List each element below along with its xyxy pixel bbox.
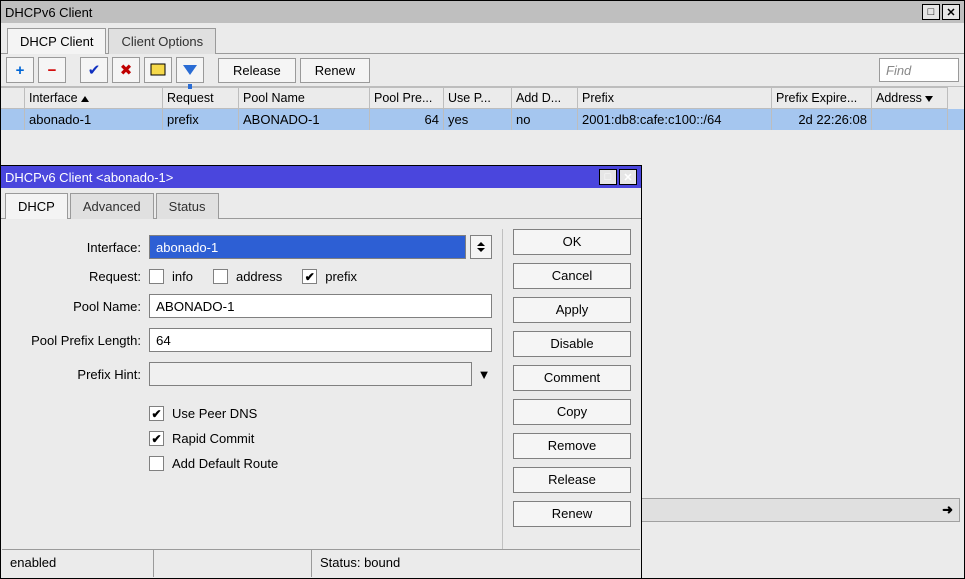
chk-address[interactable] <box>213 269 228 284</box>
status-enabled: enabled <box>2 550 154 577</box>
label-request: Request: <box>9 269 149 284</box>
cell-pool-name: ABONADO-1 <box>239 109 370 130</box>
remove-button-dlg[interactable]: Remove <box>513 433 631 459</box>
dialog-statusbar: enabled Status: bound <box>2 549 640 577</box>
renew-button-dlg[interactable]: Renew <box>513 501 631 527</box>
cell-address <box>872 109 948 130</box>
cell-request: prefix <box>163 109 239 130</box>
table-row[interactable]: abonado-1 prefix ABONADO-1 64 yes no 200… <box>1 109 964 130</box>
dialog-window: DHCPv6 Client <abonado-1> □ ✕ DHCP Advan… <box>0 165 642 579</box>
tab-dhcp-client[interactable]: DHCP Client <box>7 28 106 54</box>
sort-asc-icon <box>81 96 89 102</box>
col-add-default[interactable]: Add D... <box>512 87 578 109</box>
add-button[interactable]: + <box>6 57 34 83</box>
tab-dhcp[interactable]: DHCP <box>5 193 68 219</box>
comment-button-dlg[interactable]: Comment <box>513 365 631 391</box>
release-button[interactable]: Release <box>218 58 296 83</box>
col-pool-name[interactable]: Pool Name <box>239 87 370 109</box>
col-blank[interactable] <box>1 87 25 109</box>
col-prefix-expire[interactable]: Prefix Expire... <box>772 87 872 109</box>
chk-use-peer-dns[interactable]: ✔ <box>149 406 164 421</box>
maximize-icon[interactable]: □ <box>922 4 940 20</box>
tab-status[interactable]: Status <box>156 193 219 219</box>
form-area: Interface: abonado-1 Request: info <box>9 225 492 571</box>
release-button-dlg[interactable]: Release <box>513 467 631 493</box>
comment-button[interactable] <box>144 57 172 83</box>
main-window-title: DHCPv6 Client <box>5 5 92 20</box>
dialog-titlebar: DHCPv6 Client <abonado-1> □ ✕ <box>1 166 641 188</box>
dialog-close-icon[interactable]: ✕ <box>619 169 637 185</box>
col-pool-prefix[interactable]: Pool Pre... <box>370 87 444 109</box>
table-header: Interface Request Pool Name Pool Pre... … <box>1 87 964 109</box>
label-req-address: address <box>236 269 282 284</box>
main-toolbar: + − ✔ ✖ Release Renew Find <box>1 54 964 87</box>
disable-button[interactable]: ✖ <box>112 57 140 83</box>
cancel-button[interactable]: Cancel <box>513 263 631 289</box>
col-use-peer[interactable]: Use P... <box>444 87 512 109</box>
col-address[interactable]: Address <box>872 87 948 109</box>
status-bound: Status: bound <box>312 550 640 577</box>
label-add-default-route: Add Default Route <box>172 456 278 471</box>
label-req-info: info <box>172 269 193 284</box>
label-pool-prefix-length: Pool Prefix Length: <box>9 333 149 348</box>
copy-button[interactable]: Copy <box>513 399 631 425</box>
filter-button[interactable] <box>176 57 204 83</box>
renew-button[interactable]: Renew <box>300 58 370 83</box>
close-icon[interactable]: ✕ <box>942 4 960 20</box>
interface-dropdown-icon[interactable] <box>470 235 492 259</box>
dialog-buttons: OK Cancel Apply Disable Comment Copy Rem… <box>513 225 633 571</box>
cell-blank <box>1 109 25 130</box>
find-input[interactable]: Find <box>879 58 959 82</box>
label-req-prefix: prefix <box>325 269 357 284</box>
arrow-right-icon: ➜ <box>942 502 959 518</box>
prefix-hint-input[interactable] <box>149 362 472 386</box>
chk-info[interactable] <box>149 269 164 284</box>
cell-prefix: 2001:db8:cafe:c100::/64 <box>578 109 772 130</box>
chk-add-default-route[interactable] <box>149 456 164 471</box>
apply-button[interactable]: Apply <box>513 297 631 323</box>
ok-button[interactable]: OK <box>513 229 631 255</box>
chevron-updown-icon <box>475 242 487 252</box>
label-rapid-commit: Rapid Commit <box>172 431 254 446</box>
pool-name-input[interactable] <box>149 294 492 318</box>
chk-rapid-commit[interactable]: ✔ <box>149 431 164 446</box>
cell-interface: abonado-1 <box>25 109 163 130</box>
interface-select[interactable]: abonado-1 <box>149 235 466 259</box>
enable-button[interactable]: ✔ <box>80 57 108 83</box>
col-request[interactable]: Request <box>163 87 239 109</box>
note-icon <box>150 63 166 77</box>
disable-button-dlg[interactable]: Disable <box>513 331 631 357</box>
label-prefix-hint: Prefix Hint: <box>9 367 149 382</box>
col-interface[interactable]: Interface <box>25 87 163 109</box>
label-interface: Interface: <box>9 240 149 255</box>
cell-use-peer: yes <box>444 109 512 130</box>
dialog-tabs: DHCP Advanced Status <box>1 188 641 219</box>
grid-scroll-right[interactable]: ➜ <box>638 498 960 522</box>
menu-arrow-icon <box>925 96 933 102</box>
label-pool-name: Pool Name: <box>9 299 149 314</box>
status-empty <box>154 550 312 577</box>
pool-prefix-length-input[interactable] <box>149 328 492 352</box>
dialog-maximize-icon[interactable]: □ <box>599 169 617 185</box>
tab-client-options[interactable]: Client Options <box>108 28 216 54</box>
prefix-hint-expand-icon[interactable]: ▼ <box>476 367 492 382</box>
remove-button[interactable]: − <box>38 57 66 83</box>
funnel-icon <box>183 65 197 75</box>
col-prefix[interactable]: Prefix <box>578 87 772 109</box>
cell-pool-prefix: 64 <box>370 109 444 130</box>
main-titlebar: DHCPv6 Client □ ✕ <box>1 1 964 23</box>
label-use-peer-dns: Use Peer DNS <box>172 406 257 421</box>
cell-add-default: no <box>512 109 578 130</box>
main-tabs: DHCP Client Client Options <box>1 23 964 54</box>
tab-advanced[interactable]: Advanced <box>70 193 154 219</box>
cell-prefix-expire: 2d 22:26:08 <box>772 109 872 130</box>
chk-prefix[interactable]: ✔ <box>302 269 317 284</box>
dialog-title: DHCPv6 Client <abonado-1> <box>5 170 173 185</box>
